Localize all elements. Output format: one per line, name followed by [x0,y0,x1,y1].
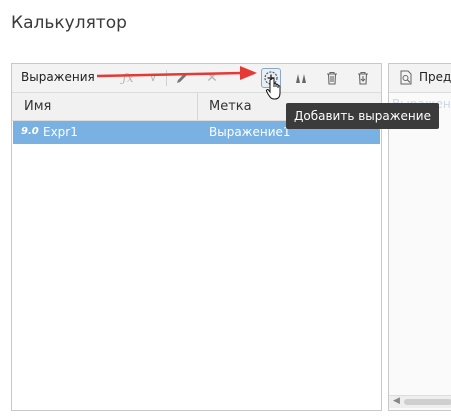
group-icon[interactable] [291,68,311,88]
fx-icon[interactable]: ƒx [118,68,138,88]
expressions-toolbar-label: Выражения [21,70,95,84]
column-header-name[interactable]: Имя [24,99,51,114]
toolbar-divider [166,70,167,86]
preview-button-label[interactable]: Пред [419,70,451,84]
column-divider[interactable] [197,93,198,120]
column-header-label[interactable]: Метка [209,99,252,114]
chevron-down-icon[interactable]: ∨ [143,68,163,88]
pencil-icon[interactable] [172,68,192,88]
scrollbar-thumb[interactable] [404,399,451,405]
hand-cursor-icon [265,77,281,100]
horizontal-scrollbar[interactable]: ◀ [389,395,451,408]
scroll-left-icon[interactable]: ◀ [393,396,400,406]
preview-icon[interactable] [399,70,413,85]
type-badge: 9.0 [21,126,39,137]
preview-toolbar: Пред [389,64,451,93]
expressions-toolbar: Выражения ƒx ∨ ✕ [12,64,381,93]
row-label-cell: Выражение1 [209,125,291,139]
page-title: Калькулятор [11,13,127,33]
trash-icon[interactable] [322,68,342,88]
row-name-cell: Expr1 [43,125,78,139]
export-icon[interactable] [353,68,373,88]
close-icon[interactable]: ✕ [202,68,222,88]
tooltip: Добавить выражение [286,103,439,129]
